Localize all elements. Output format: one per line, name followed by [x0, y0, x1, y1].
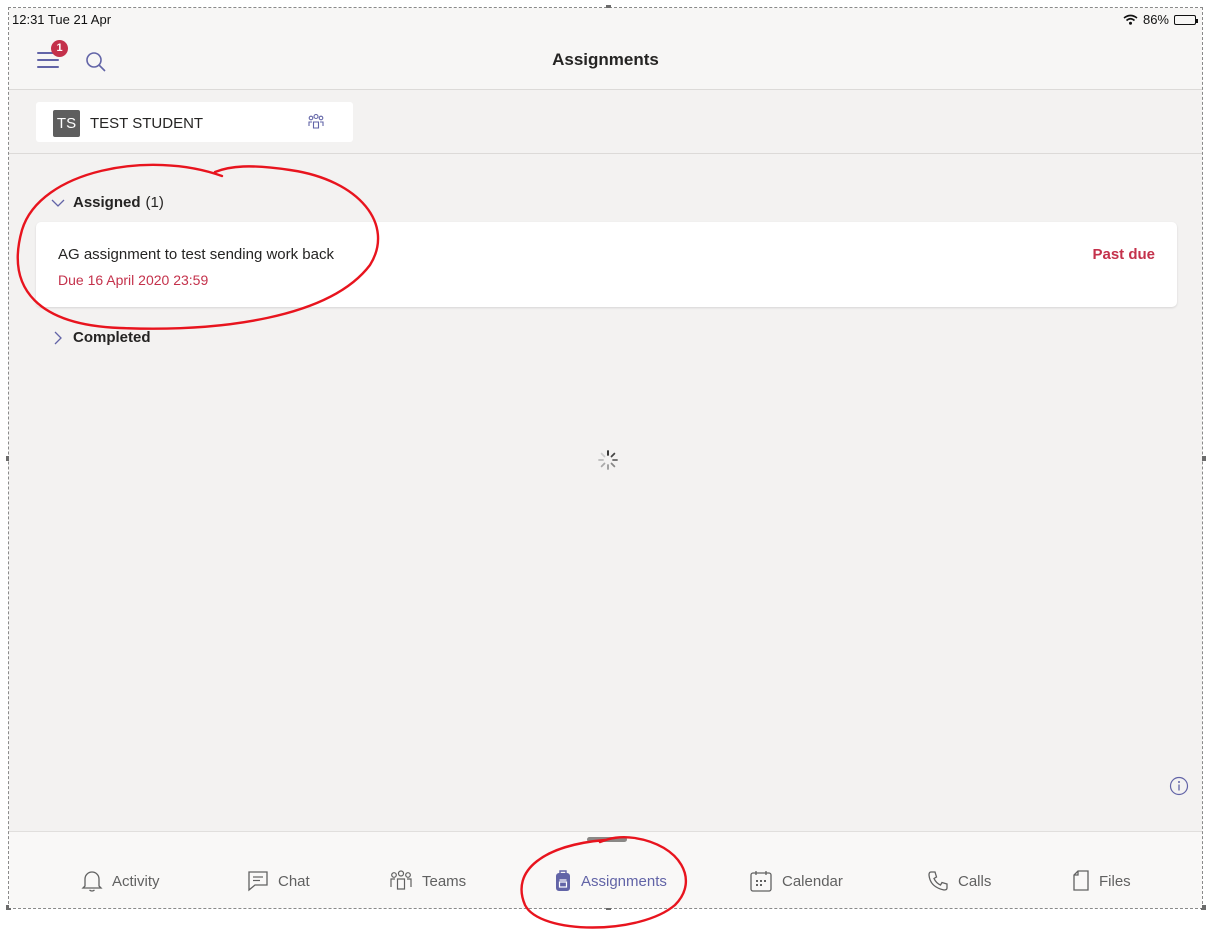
assignment-card[interactable]: AG assignment to test sending work back …: [36, 222, 1177, 307]
class-selector[interactable]: TS TEST STUDENT: [36, 102, 353, 142]
battery-icon: [1174, 14, 1198, 25]
app-header: 1 Assignments: [9, 32, 1202, 90]
loading-spinner-icon: [598, 450, 618, 470]
tab-files[interactable]: Files: [1072, 866, 1131, 896]
page-title: Assignments: [552, 50, 659, 69]
tab-activity-label: Activity: [112, 872, 160, 890]
chat-icon: [248, 871, 268, 892]
completed-label: Completed: [73, 329, 151, 346]
tab-assignments-label: Assignments: [581, 872, 667, 890]
status-time: 12:31 Tue 21 Apr: [12, 12, 112, 27]
class-selector-row: TS TEST STUDENT: [9, 90, 1202, 154]
tab-chat-label: Chat: [278, 872, 310, 890]
tab-calls[interactable]: Calls: [927, 866, 991, 896]
app-screen: 12:31 Tue 21 Apr 86% 1 Assignments TS TE…: [9, 8, 1202, 908]
assignment-due-date: Due 16 April 2020 23:59: [58, 272, 209, 288]
chevron-down-icon: [51, 199, 65, 207]
teams-icon: [308, 113, 324, 129]
assignment-title: AG assignment to test sending work back: [58, 246, 334, 263]
drag-handle[interactable]: [587, 837, 627, 842]
assigned-section-header[interactable]: Assigned (1): [51, 194, 164, 211]
tab-calls-label: Calls: [958, 872, 992, 890]
assigned-label: Assigned: [73, 194, 141, 211]
wifi-icon: [1123, 14, 1138, 25]
tab-files-label: Files: [1099, 872, 1131, 890]
backpack-icon: [556, 870, 570, 891]
class-avatar: TS: [53, 110, 80, 137]
tab-teams-label: Teams: [422, 872, 467, 890]
bottom-tab-bar: Activity Chat Teams Assignments Calendar…: [9, 831, 1202, 908]
chevron-right-icon: [54, 331, 62, 344]
teams-icon: [390, 870, 412, 890]
completed-section-header[interactable]: Completed: [51, 329, 151, 346]
class-name: TEST STUDENT: [90, 115, 204, 132]
tab-teams[interactable]: Teams: [389, 866, 466, 896]
info-icon[interactable]: [1169, 776, 1189, 796]
status-badge: Past due: [1092, 246, 1155, 263]
tab-assignments[interactable]: Assignments: [554, 866, 667, 896]
tab-calendar[interactable]: Calendar: [749, 866, 843, 896]
tab-chat[interactable]: Chat: [247, 866, 310, 896]
phone-icon: [928, 871, 948, 891]
status-bar: 12:31 Tue 21 Apr 86%: [9, 8, 1202, 32]
status-right: 86%: [1123, 12, 1198, 27]
tab-calendar-label: Calendar: [782, 872, 843, 890]
calendar-icon: [750, 871, 772, 892]
bell-icon: [81, 871, 103, 892]
file-icon: [1073, 870, 1089, 891]
battery-percent: 86%: [1142, 12, 1169, 27]
tab-activity[interactable]: Activity: [81, 866, 160, 896]
assigned-count: (1): [145, 194, 164, 211]
